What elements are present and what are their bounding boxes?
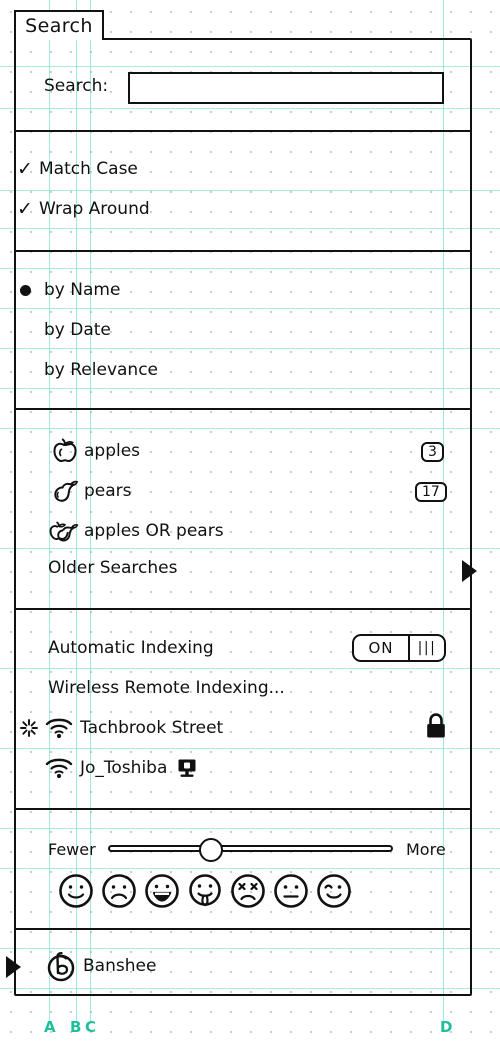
right-triangle-icon[interactable]: [462, 560, 477, 582]
radio-unselected-icon: [20, 365, 31, 376]
apple-icon: [50, 438, 84, 464]
search-input[interactable]: [128, 72, 444, 104]
option-match-case[interactable]: ✓ Match Case: [17, 158, 138, 180]
wifi-icon: [44, 716, 80, 740]
section-divider-3: [14, 408, 472, 410]
radio-unselected-icon: [20, 325, 31, 336]
toggle-grip-icon[interactable]: |||: [408, 636, 444, 660]
option-wrap-around-label: Wrap Around: [39, 199, 150, 219]
section-divider-4: [14, 608, 472, 610]
saved-search-apples-or-pears-label: apples OR pears: [84, 521, 224, 541]
sort-option-by-name[interactable]: by Name: [20, 280, 120, 300]
radio-selected-icon: [20, 284, 31, 296]
saved-search-pears-badge: 17: [415, 482, 447, 502]
saved-search-apples-badge: 3: [421, 442, 444, 462]
wink-face[interactable]: [315, 872, 353, 910]
apple-pear-icon: [48, 518, 84, 544]
sort-option-by-date-label: by Date: [44, 320, 111, 340]
footer-item-banshee-label: Banshee: [83, 956, 157, 976]
saved-search-older-searches-label: Older Searches: [48, 558, 178, 578]
wifi-icon: [44, 756, 80, 780]
tab-search[interactable]: Search: [14, 10, 104, 40]
footer-item-banshee[interactable]: Banshee: [45, 950, 156, 982]
saved-search-apples-label: apples: [84, 441, 141, 461]
results-slider-knob[interactable]: [198, 838, 223, 862]
search-field-label: Search:: [44, 76, 109, 96]
sort-option-by-relevance-label: by Relevance: [44, 360, 159, 380]
tab-search-label: Search: [25, 15, 93, 37]
angry-face[interactable]: [229, 872, 267, 910]
section-divider-2: [14, 250, 472, 252]
grin-face[interactable]: [143, 872, 181, 910]
smile-face[interactable]: [57, 872, 95, 910]
saved-search-pears[interactable]: pears: [50, 478, 132, 504]
lock-icon: [424, 712, 448, 740]
slider-max-label-wrap: More: [406, 840, 446, 859]
check-icon: ✓: [17, 198, 33, 220]
face-rating-group: [57, 872, 353, 910]
option-wrap-around[interactable]: ✓ Wrap Around: [17, 198, 150, 220]
network-tachbrook-street-label: Tachbrook Street: [80, 718, 224, 738]
guide-marker-c: C: [85, 1018, 97, 1036]
neutral-face[interactable]: [272, 872, 310, 910]
search-field-row: Search:: [44, 76, 108, 96]
guide-marker-d: D: [440, 1018, 453, 1036]
automatic-indexing-label: Automatic Indexing: [48, 638, 214, 658]
toggle-state-label: ON: [368, 639, 394, 657]
banshee-icon: [45, 950, 83, 982]
slider-min-label: Fewer: [48, 840, 96, 859]
computer-icon: [176, 757, 198, 779]
automatic-indexing-row[interactable]: Automatic Indexing: [48, 638, 214, 658]
saved-search-apples[interactable]: apples: [50, 438, 140, 464]
saved-search-apples-or-pears[interactable]: apples OR pears: [48, 518, 224, 544]
network-tachbrook-street[interactable]: Tachbrook Street: [18, 716, 223, 740]
slider-min-label-wrap: Fewer: [48, 840, 96, 859]
sad-face[interactable]: [100, 872, 138, 910]
results-slider-track[interactable]: [108, 845, 393, 852]
saved-search-older-searches[interactable]: Older Searches: [48, 558, 177, 578]
tongue-face[interactable]: [186, 872, 224, 910]
wireless-remote-indexing-row[interactable]: Wireless Remote Indexing...: [48, 678, 285, 698]
sort-option-by-relevance[interactable]: by Relevance: [20, 360, 158, 380]
option-match-case-label: Match Case: [39, 159, 138, 179]
automatic-indexing-toggle[interactable]: ON |||: [352, 634, 446, 662]
right-triangle-icon[interactable]: [6, 956, 21, 978]
section-divider-1: [14, 130, 472, 132]
section-divider-6: [14, 928, 472, 930]
check-icon: ✓: [17, 158, 33, 180]
slider-max-label: More: [406, 840, 446, 859]
badge-value: 3: [428, 444, 437, 460]
search-input-value: [130, 74, 442, 86]
guide-marker-b: B: [70, 1018, 82, 1036]
saved-search-pears-label: pears: [84, 481, 132, 501]
section-divider-5: [14, 808, 472, 810]
pear-icon: [50, 478, 84, 504]
network-jo-toshiba-label: Jo_Toshiba: [80, 758, 168, 778]
sort-option-by-name-label: by Name: [44, 280, 121, 300]
sort-option-by-date[interactable]: by Date: [20, 320, 111, 340]
network-jo-toshiba[interactable]: Jo_Toshiba: [44, 756, 198, 780]
wireless-remote-indexing-label: Wireless Remote Indexing...: [48, 678, 285, 698]
badge-value: 17: [422, 484, 440, 500]
guide-marker-a: A: [44, 1018, 56, 1036]
activity-icon: [18, 717, 44, 739]
